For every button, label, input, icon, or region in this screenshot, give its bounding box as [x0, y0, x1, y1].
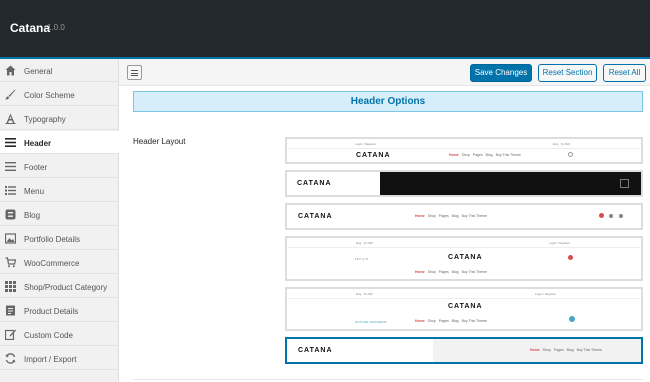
preview-logo: CATANA: [298, 347, 333, 354]
preview-nav: Home Shop Pages Blog Buy This Theme: [415, 214, 487, 218]
cart-icon: [5, 257, 16, 268]
menu-lines-icon: [5, 162, 16, 171]
reset-section-button[interactable]: Reset Section: [538, 64, 597, 82]
expand-options-icon[interactable]: [127, 65, 142, 80]
brush-icon: [5, 89, 16, 100]
header-layout-label: Header Layout: [133, 137, 186, 146]
sidebar-item-shop-product-category[interactable]: Shop/Product Category: [0, 275, 119, 298]
sidebar-item-label: Menu: [24, 187, 45, 196]
preview-logo: CATANA: [297, 180, 332, 187]
blog-icon: [5, 209, 16, 220]
reset-all-button[interactable]: Reset All: [603, 64, 646, 82]
document-icon: [6, 305, 15, 316]
edit-icon: [5, 329, 16, 340]
cart-icon: [599, 213, 604, 218]
sidebar-item-label: Color Scheme: [24, 91, 75, 100]
login-register-text: Login / Register: [535, 292, 557, 296]
image-icon: [5, 233, 16, 244]
sidebar-item-portfolio-details[interactable]: Portfolio Details: [0, 227, 119, 250]
currency-text: Eng · $ USD: [356, 292, 373, 296]
preview-nav: Home Shop Pages Blog Buy This Theme: [415, 270, 487, 274]
user-icon: [609, 214, 613, 218]
currency-text: Eng · $ USD: [356, 241, 373, 245]
preview-nav: Home Shop Pages Blog Buy This Theme: [449, 153, 521, 157]
sidebar-item-label: Header: [24, 139, 52, 148]
header-layout-option-4[interactable]: Eng · $ USD Login / Register f ♥ P ◎ ✉ C…: [285, 236, 643, 281]
preview-logo: CATANA: [448, 303, 483, 310]
cart-icon: [568, 152, 573, 157]
preview-nav: Home Shop Pages Blog Buy This Theme: [415, 319, 487, 323]
sidebar-item-label: Custom Code: [24, 331, 73, 340]
header-layout-option-5[interactable]: Eng · $ USD Login / Register CATANA HOTL…: [285, 287, 643, 331]
options-panel: Save Changes Reset Section Reset All Hea…: [119, 59, 650, 382]
sidebar-item-menu[interactable]: Menu: [0, 179, 119, 202]
sidebar-item-color-scheme[interactable]: Color Scheme: [0, 83, 119, 106]
login-register-text: Login / Register: [549, 241, 571, 245]
search-icon: [619, 214, 623, 218]
hotline-text: HOTLINE: 0012345678: [355, 320, 387, 324]
header-layout-option-6[interactable]: CATANA Home Shop Pages Blog Buy This The…: [285, 337, 643, 364]
preview-logo: CATANA: [298, 213, 333, 220]
sidebar-item-typography[interactable]: Typography: [0, 107, 119, 130]
sidebar-item-custom-code[interactable]: Custom Code: [0, 323, 119, 346]
preview-nav: Home Shop Pages Blog Buy This Theme: [530, 348, 602, 352]
sidebar-item-woocommerce[interactable]: WooCommerce: [0, 251, 119, 274]
header-layout-option-3[interactable]: CATANA Home Shop Pages Blog Buy This The…: [285, 203, 643, 230]
header-layout-option-1[interactable]: Login / Register Eng · $ USD CATANA Home…: [285, 137, 643, 164]
options-toolbar: Save Changes Reset Section Reset All: [119, 59, 650, 86]
sidebar-item-label: Product Details: [24, 307, 79, 316]
sidebar-item-label: Footer: [24, 163, 48, 172]
cart-icon: [568, 255, 573, 260]
home-icon: [5, 65, 16, 76]
currency-text: Eng · $ USD: [553, 142, 570, 146]
refresh-icon: [5, 353, 16, 364]
sidebar-item-label: Typography: [24, 115, 66, 124]
sidebar-item-label: WooCommerce: [24, 259, 80, 268]
header-layout-option-2[interactable]: CATANA: [285, 170, 643, 197]
social-icons: f ♥ P ◎ ✉: [355, 257, 369, 261]
sidebar-item-blog[interactable]: Blog: [0, 203, 119, 226]
sidebar-item-product-details[interactable]: Product Details: [0, 299, 119, 322]
grid-icon: [5, 281, 16, 292]
menu-lines-icon: [5, 138, 16, 147]
preview-logo: CATANA: [356, 152, 391, 159]
sidebar-item-header[interactable]: Header: [0, 131, 119, 154]
section-title: Header Options: [133, 91, 643, 112]
options-sidebar: General Color Scheme Typography Header F…: [0, 59, 119, 382]
admin-header: Catana 1.0.0: [0, 0, 650, 59]
login-register-text: Login / Register: [355, 142, 377, 146]
hamburger-icon: [620, 179, 629, 188]
sidebar-item-import-export[interactable]: Import / Export: [0, 347, 119, 370]
preview-logo: CATANA: [448, 254, 483, 261]
save-changes-button[interactable]: Save Changes: [470, 64, 532, 82]
cart-icon: [569, 316, 575, 322]
sidebar-item-label: General: [24, 67, 53, 76]
sidebar-item-label: Import / Export: [24, 355, 77, 364]
list-icon: [5, 186, 16, 195]
sidebar-item-footer[interactable]: Footer: [0, 155, 119, 178]
sidebar-item-label: Shop/Product Category: [24, 283, 108, 292]
app-version: 1.0.0: [47, 23, 65, 32]
sidebar-item-label: Blog: [24, 211, 41, 220]
sidebar-item-label: Portfolio Details: [24, 235, 81, 244]
sidebar-item-general[interactable]: General: [0, 59, 119, 82]
typography-icon: [5, 113, 16, 124]
app-title: Catana: [10, 21, 51, 35]
